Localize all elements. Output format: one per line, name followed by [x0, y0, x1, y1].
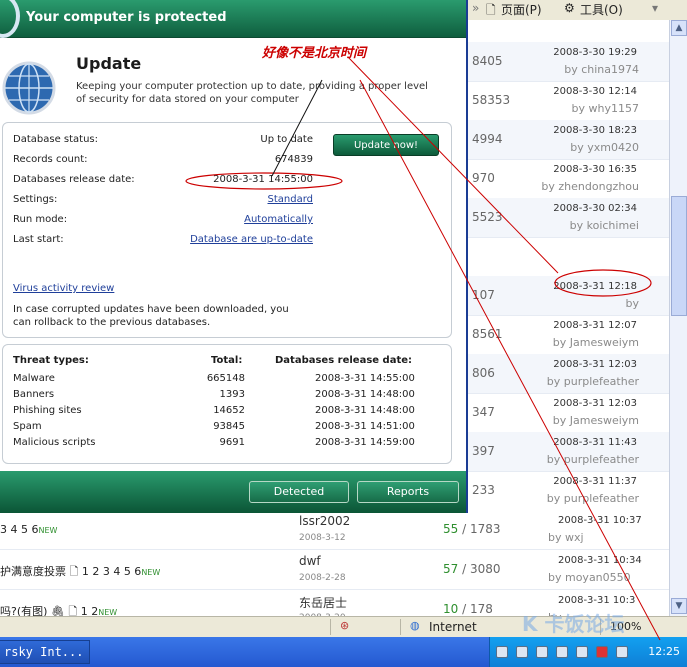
annotation-ellipse [185, 172, 343, 190]
watermark-logo: K 卡饭论坛 [522, 612, 625, 636]
annotation-line [271, 79, 323, 177]
annotation-overlay [185, 56, 661, 641]
annotation-line [359, 79, 661, 641]
annotation-line [347, 56, 559, 274]
annotation-ellipse [554, 269, 652, 297]
